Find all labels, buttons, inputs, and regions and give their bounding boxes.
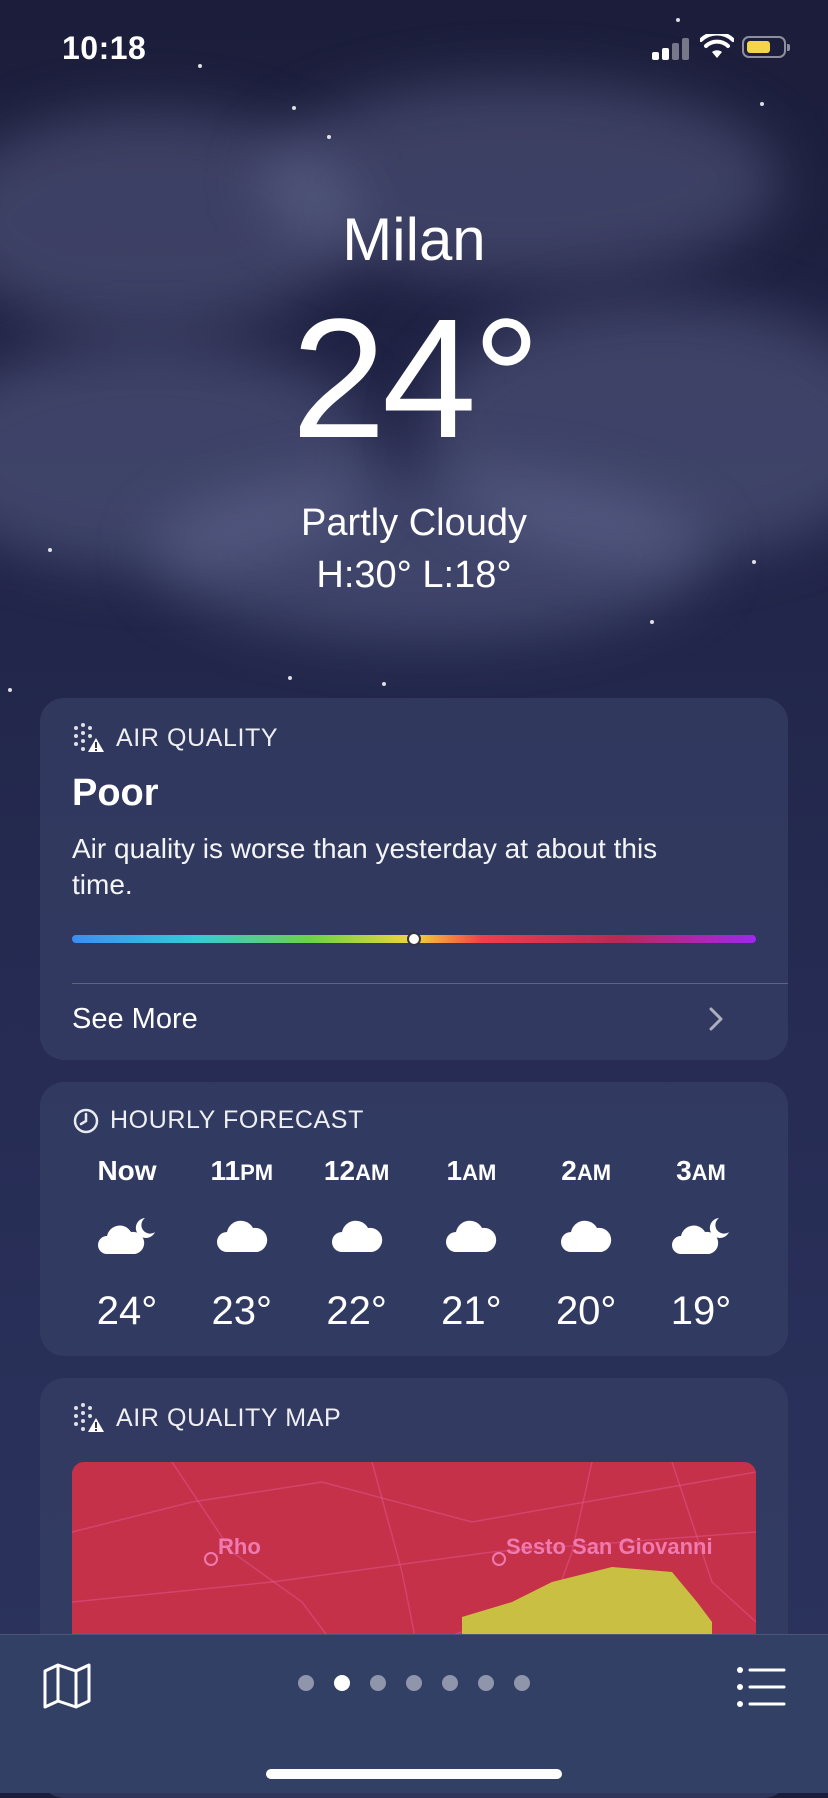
air-quality-icon	[74, 1403, 104, 1432]
hourly-item: 12AM 22°	[302, 1151, 412, 1334]
wifi-icon	[700, 34, 734, 58]
air-quality-header: AIR QUALITY	[72, 722, 756, 754]
status-time: 10:18	[62, 30, 147, 66]
air-quality-level: Poor	[72, 772, 159, 814]
page-dot[interactable]	[478, 1675, 494, 1691]
list-icon[interactable]	[736, 1665, 786, 1709]
cellular-signal-icon	[652, 38, 692, 60]
hourly-forecast-title: HOURLY FORECAST	[110, 1106, 364, 1134]
hourly-item: 3AM 19°	[646, 1151, 756, 1334]
cloud-icon	[302, 1201, 412, 1271]
status-bar: 10:18	[0, 0, 828, 100]
map-place-sesto: Sesto San Giovanni	[506, 1534, 713, 1559]
hour-label: 2AM	[561, 1155, 612, 1186]
hourly-item: 11PM 23°	[187, 1151, 297, 1334]
high-low-temperature: H:30° L:18°	[316, 554, 512, 596]
air-quality-title: AIR QUALITY	[116, 723, 279, 752]
city-name: Milan	[342, 206, 486, 273]
hour-temperature: 22°	[326, 1289, 387, 1333]
page-dot[interactable]	[442, 1675, 458, 1691]
hourly-item: Now 24°	[72, 1151, 182, 1334]
cloud-icon	[416, 1201, 526, 1271]
battery-icon	[742, 36, 790, 58]
hour-temperature: 21°	[441, 1289, 502, 1333]
hour-temperature: 19°	[670, 1289, 732, 1333]
hourly-forecast-card[interactable]: HOURLY FORECAST Now 24° 11PM 23° 12AM 22° 1AM 2…	[40, 1082, 788, 1356]
cloud-icon	[531, 1201, 641, 1271]
cloud-moon-icon	[646, 1201, 756, 1271]
see-more-button[interactable]: See More	[72, 984, 756, 1054]
page-indicator[interactable]	[0, 1675, 828, 1691]
air-quality-indicator	[407, 932, 421, 946]
hour-label: 12AM	[323, 1155, 390, 1186]
current-weather: Milan 24° Partly Cloudy H:30° L:18°	[0, 200, 828, 598]
air-quality-scale	[72, 932, 756, 946]
cloud-icon	[187, 1201, 297, 1271]
air-quality-description: Air quality is worse than yesterday at a…	[72, 833, 658, 900]
air-quality-map-title: AIR QUALITY MAP	[116, 1403, 342, 1432]
page-dot[interactable]	[514, 1675, 530, 1691]
clock-icon	[73, 1108, 99, 1133]
page-dot[interactable]	[406, 1675, 422, 1691]
page-dot[interactable]	[298, 1675, 314, 1691]
see-more-label: See More	[72, 1002, 198, 1035]
air-quality-icon	[74, 723, 104, 752]
air-quality-map-header: AIR QUALITY MAP	[72, 1402, 756, 1434]
weather-condition: Partly Cloudy	[301, 502, 527, 544]
chevron-right-icon	[709, 1007, 723, 1031]
hourly-forecast-header: HOURLY FORECAST	[72, 1106, 756, 1135]
hour-temperature: 24°	[96, 1289, 158, 1333]
home-indicator[interactable]	[266, 1769, 562, 1779]
hourly-list[interactable]: Now 24° 11PM 23° 12AM 22° 1AM 21° 2AM 20° 3AM 19°	[72, 1151, 756, 1334]
bottom-toolbar	[0, 1634, 828, 1793]
hourly-item: 1AM 21°	[416, 1151, 526, 1334]
page-dot[interactable]	[334, 1675, 350, 1691]
hour-label: Now	[97, 1155, 157, 1186]
hour-label: 3AM	[676, 1155, 726, 1186]
cloud-moon-icon	[72, 1201, 182, 1271]
current-temperature: 24°	[291, 284, 540, 474]
hour-label: 1AM	[446, 1155, 497, 1186]
hour-temperature: 23°	[211, 1289, 273, 1333]
hour-label: 11PM	[210, 1155, 274, 1186]
hourly-item: 2AM 20°	[531, 1151, 641, 1334]
map-place-rho: Rho	[218, 1534, 261, 1559]
hour-temperature: 20°	[555, 1289, 617, 1333]
air-quality-card[interactable]: AIR QUALITY Poor Air quality is worse th…	[40, 698, 788, 1060]
page-dot[interactable]	[370, 1675, 386, 1691]
